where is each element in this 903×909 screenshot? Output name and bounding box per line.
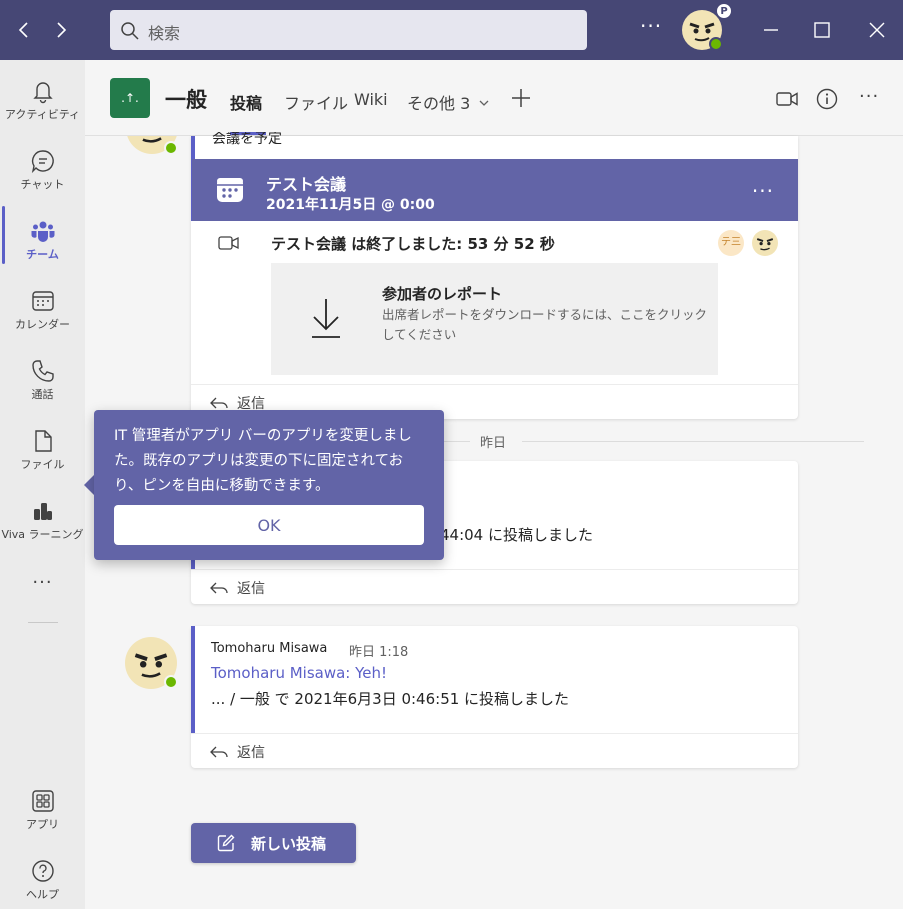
meeting-ended-text: テスト会議 は終了しました: 53 分 52 秒: [271, 235, 555, 253]
rail-label: ヘルプ: [26, 888, 59, 901]
search-input[interactable]: 検索: [110, 10, 587, 50]
rail-item-apps[interactable]: アプリ: [0, 776, 85, 842]
bubble-message: IT 管理者がアプリ バーのアプリを変更しました。既存のアプリは変更の下に固定さ…: [114, 428, 412, 494]
tab-wiki[interactable]: Wiki: [354, 90, 388, 109]
rail-label: カレンダー: [15, 318, 70, 331]
reply-label: 返信: [237, 745, 265, 761]
rail-label: チーム: [26, 248, 59, 261]
rail-item-viva-learning[interactable]: Viva ラーニング: [0, 486, 85, 552]
more-apps-icon[interactable]: ···: [0, 572, 85, 593]
bell-icon: [32, 82, 53, 104]
maximize-icon[interactable]: [808, 16, 836, 44]
report-description: 出席者レポートをダウンロードするには、ここをクリックしてください: [382, 307, 708, 342]
search-placeholder: 検索: [148, 24, 181, 43]
presence-available-icon: [709, 37, 723, 51]
participant-avatar[interactable]: テ三: [718, 230, 744, 256]
minimize-icon[interactable]: [757, 16, 785, 44]
teaching-bubble: IT 管理者がアプリ バーのアプリを変更しました。既存のアプリは変更の下に固定さ…: [94, 410, 444, 560]
rail-item-chat[interactable]: チャット: [0, 136, 85, 202]
file-icon: [34, 430, 52, 452]
date-divider-label: 昨日: [480, 436, 507, 451]
presence-available-icon: [164, 675, 178, 689]
video-camera-icon: [218, 234, 240, 256]
rail-label: アクティビティ: [4, 108, 81, 121]
search-icon: [121, 22, 139, 40]
post-body: 44:04 に投稿しました: [440, 526, 593, 544]
new-post-button[interactable]: 新しい投稿: [191, 823, 356, 863]
back-icon[interactable]: [11, 16, 37, 44]
compose-icon: [217, 834, 235, 852]
post-sender[interactable]: Tomoharu Misawa: [211, 641, 327, 656]
rail-label: ファイル: [20, 458, 65, 471]
rail-divider: [28, 622, 58, 623]
meeting-title: テスト会議: [266, 175, 347, 194]
reply-button[interactable]: 返信: [191, 733, 798, 767]
date-divider-line: [522, 441, 864, 442]
rail-label: 通話: [31, 388, 54, 401]
app-bar: アクティビティ チャット チーム カレンダー 通話 ファイル Viva ラーニン…: [0, 60, 85, 909]
forward-icon[interactable]: [48, 16, 74, 44]
calendar-icon: [31, 291, 54, 311]
calendar-icon: [217, 178, 243, 202]
meeting-more-icon[interactable]: ···: [752, 179, 774, 203]
channel-name: 一般: [165, 88, 207, 112]
rail-item-calls[interactable]: 通話: [0, 346, 85, 412]
viva-learning-icon: [33, 503, 52, 520]
participant-avatar[interactable]: [752, 230, 778, 256]
rail-item-files[interactable]: ファイル: [0, 416, 85, 482]
card-accent: [191, 626, 195, 733]
reply-icon: [210, 582, 228, 594]
rail-item-calendar[interactable]: カレンダー: [0, 276, 85, 342]
rail-label: アプリ: [26, 818, 59, 831]
teams-icon: [31, 221, 54, 242]
meeting-date: 2021年11月5日 @ 0:00: [266, 197, 435, 213]
channel-more-icon[interactable]: ···: [859, 86, 879, 107]
post-link[interactable]: Tomoharu Misawa: Yeh!: [211, 664, 387, 682]
reply-icon: [210, 746, 228, 758]
close-icon[interactable]: [863, 16, 891, 44]
presence-available-icon: [164, 141, 178, 155]
rail-item-activity[interactable]: アクティビティ: [0, 66, 85, 132]
rail-item-teams[interactable]: チーム: [0, 206, 85, 272]
chevron-down-icon: [479, 100, 489, 106]
reply-button[interactable]: 返信: [191, 569, 798, 603]
ok-button[interactable]: OK: [114, 505, 424, 545]
rail-label: Viva ラーニング: [1, 528, 84, 541]
phone-icon: [31, 360, 54, 382]
date-divider-line: [444, 441, 470, 442]
tab-more[interactable]: その他 3: [407, 90, 490, 114]
chat-icon: [31, 150, 54, 174]
tab-files[interactable]: ファイル: [284, 90, 348, 114]
attendance-report-card[interactable]: 参加者のレポート 出席者レポートをダウンロードするには、ここをクリックしてくださ…: [271, 263, 718, 375]
more-options-icon[interactable]: ···: [640, 14, 662, 38]
team-avatar[interactable]: .↑.: [110, 78, 150, 118]
reply-icon: [210, 397, 228, 409]
download-icon: [312, 299, 340, 338]
help-icon: [31, 860, 54, 882]
post-body: ... / 一般 で 2021年6月3日 0:46:51 に投稿しました: [211, 690, 570, 708]
tab-posts[interactable]: 投稿: [230, 90, 262, 114]
profile-badge: P: [716, 3, 732, 19]
report-title: 参加者のレポート: [382, 285, 503, 303]
info-icon[interactable]: [816, 88, 838, 114]
meeting-banner[interactable]: テスト会議 2021年11月5日 @ 0:00 ···: [192, 159, 798, 221]
title-bar: 検索 ··· P: [0, 0, 903, 60]
tab-more-label: その他 3: [407, 94, 471, 113]
new-post-label: 新しい投稿: [251, 835, 327, 853]
post-timestamp: 昨日 1:18: [349, 645, 409, 660]
meet-now-icon[interactable]: [775, 88, 799, 114]
apps-icon: [31, 790, 54, 812]
add-tab-icon[interactable]: [510, 84, 532, 116]
channel-header: .↑. 一般 投稿 ファイル Wiki その他 3 ···: [85, 60, 903, 136]
rail-label: チャット: [20, 178, 65, 191]
rail-item-help[interactable]: ヘルプ: [0, 846, 85, 909]
reply-label: 返信: [237, 581, 265, 597]
